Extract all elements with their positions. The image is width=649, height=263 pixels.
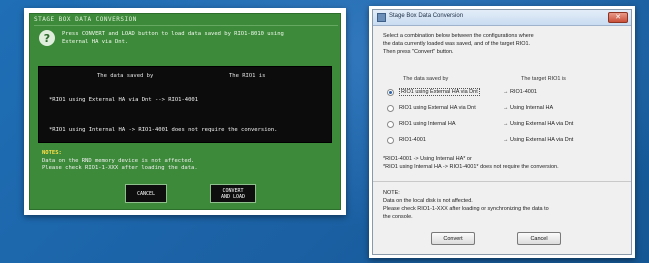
dialog-titlebar: Stage Box Data Conversion ✕ <box>373 10 631 26</box>
option-saved-label: RIO1 using Internal HA <box>399 121 456 127</box>
instruction-line: Press CONVERT and LOAD button to load da… <box>62 31 284 37</box>
dialog-instructions: Select a combination below between the c… <box>383 32 613 56</box>
option-target-label: → RIO1-4001 <box>503 89 537 95</box>
option-target-label: → Using External HA via Dnt <box>503 121 574 127</box>
equation-line: *RIO1-4001 -> Using Internal HA* or <box>383 156 472 162</box>
radio-button[interactable] <box>387 121 394 128</box>
note-line: Data on the RND memory device is not aff… <box>42 158 195 164</box>
option-row[interactable]: RIO1 using External HA via Dnt → Using I… <box>387 104 617 114</box>
instruction-line: Select a combination below between the c… <box>383 33 534 39</box>
conversion-line: *RIO1 using External HA via Dnt --> RIO1… <box>49 97 199 103</box>
note-line: the console. <box>383 214 413 220</box>
convert-and-load-button[interactable]: CONVERT AND LOAD <box>210 184 256 203</box>
column-header-saved: The data saved by <box>403 76 449 82</box>
option-saved-label: RIO1 using External HA via Dnt <box>399 105 476 111</box>
dialog-screenshot-frame: Stage Box Data Conversion ✕ Select a com… <box>369 6 635 258</box>
cancel-button[interactable]: Cancel <box>517 232 561 245</box>
notes-heading: NOTES: <box>42 150 62 156</box>
help-icon: ? <box>39 30 55 46</box>
equation-line: *RIO1 using Internal HA -> RIO1-4001* do… <box>383 164 559 170</box>
instruction-line: External HA via Dnt. <box>62 39 129 45</box>
option-row[interactable]: RIO1 using Internal HA → Using External … <box>387 120 617 130</box>
convert-button[interactable]: Convert <box>431 232 475 245</box>
divider <box>373 181 631 182</box>
note-line: Data on the local disk is not affected. <box>383 198 473 204</box>
option-saved-label: RIO1-4001 <box>399 137 426 143</box>
app-icon <box>377 13 386 22</box>
console-screenshot-frame: STAGE BOX DATA CONVERSION ? Press CONVER… <box>24 8 346 215</box>
column-header-target: The target RIO1 is <box>521 76 566 82</box>
instruction-line: the data currently loaded was saved, and… <box>383 41 531 47</box>
option-row[interactable]: RIO1 using External HA via Dnt → RIO1-40… <box>387 88 617 98</box>
option-saved-label: RIO1 using External HA via Dnt <box>399 88 480 96</box>
radio-button[interactable] <box>387 89 394 96</box>
radio-button[interactable] <box>387 137 394 144</box>
conversion-dialog: Stage Box Data Conversion ✕ Select a com… <box>372 9 632 255</box>
column-header-saved: The data saved by <box>97 73 154 79</box>
notes-heading: NOTE: <box>383 190 400 196</box>
note-line: Please check RIO1-1-XXX after loading th… <box>42 165 198 171</box>
option-row[interactable]: RIO1-4001 → Using External HA via Dnt <box>387 136 617 146</box>
conversion-info-box: The data saved by The RIO1 is *RIO1 usin… <box>38 66 332 143</box>
convert-button-label: AND LOAD <box>220 193 246 200</box>
note-line: Please check RIO1-1-XXX after loading or… <box>383 206 549 212</box>
conversion-line: *RIO1 using Internal HA -> RIO1-4001 doe… <box>49 127 278 133</box>
radio-button[interactable] <box>387 105 394 112</box>
instruction-text: Press CONVERT and LOAD button to load da… <box>62 30 330 46</box>
panel-title: STAGE BOX DATA CONVERSION <box>34 16 338 26</box>
instruction-line: Then press "Convert" button. <box>383 49 454 55</box>
option-target-label: → Using Internal HA <box>503 105 554 111</box>
cancel-button[interactable]: CANCEL <box>125 184 167 203</box>
option-target-label: → Using External HA via Dnt <box>503 137 574 143</box>
console-conversion-panel: STAGE BOX DATA CONVERSION ? Press CONVER… <box>29 13 341 210</box>
close-icon[interactable]: ✕ <box>608 12 628 23</box>
column-header-target: The RIO1 is <box>229 73 266 79</box>
dialog-title: Stage Box Data Conversion <box>389 13 464 19</box>
